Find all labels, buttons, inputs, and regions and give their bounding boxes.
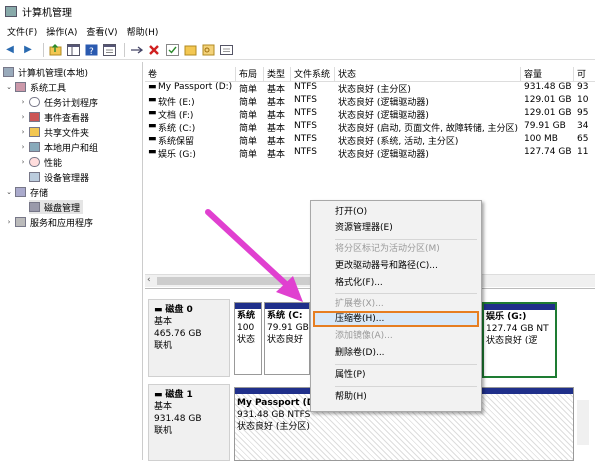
annotation-arrow-icon	[205, 209, 303, 302]
